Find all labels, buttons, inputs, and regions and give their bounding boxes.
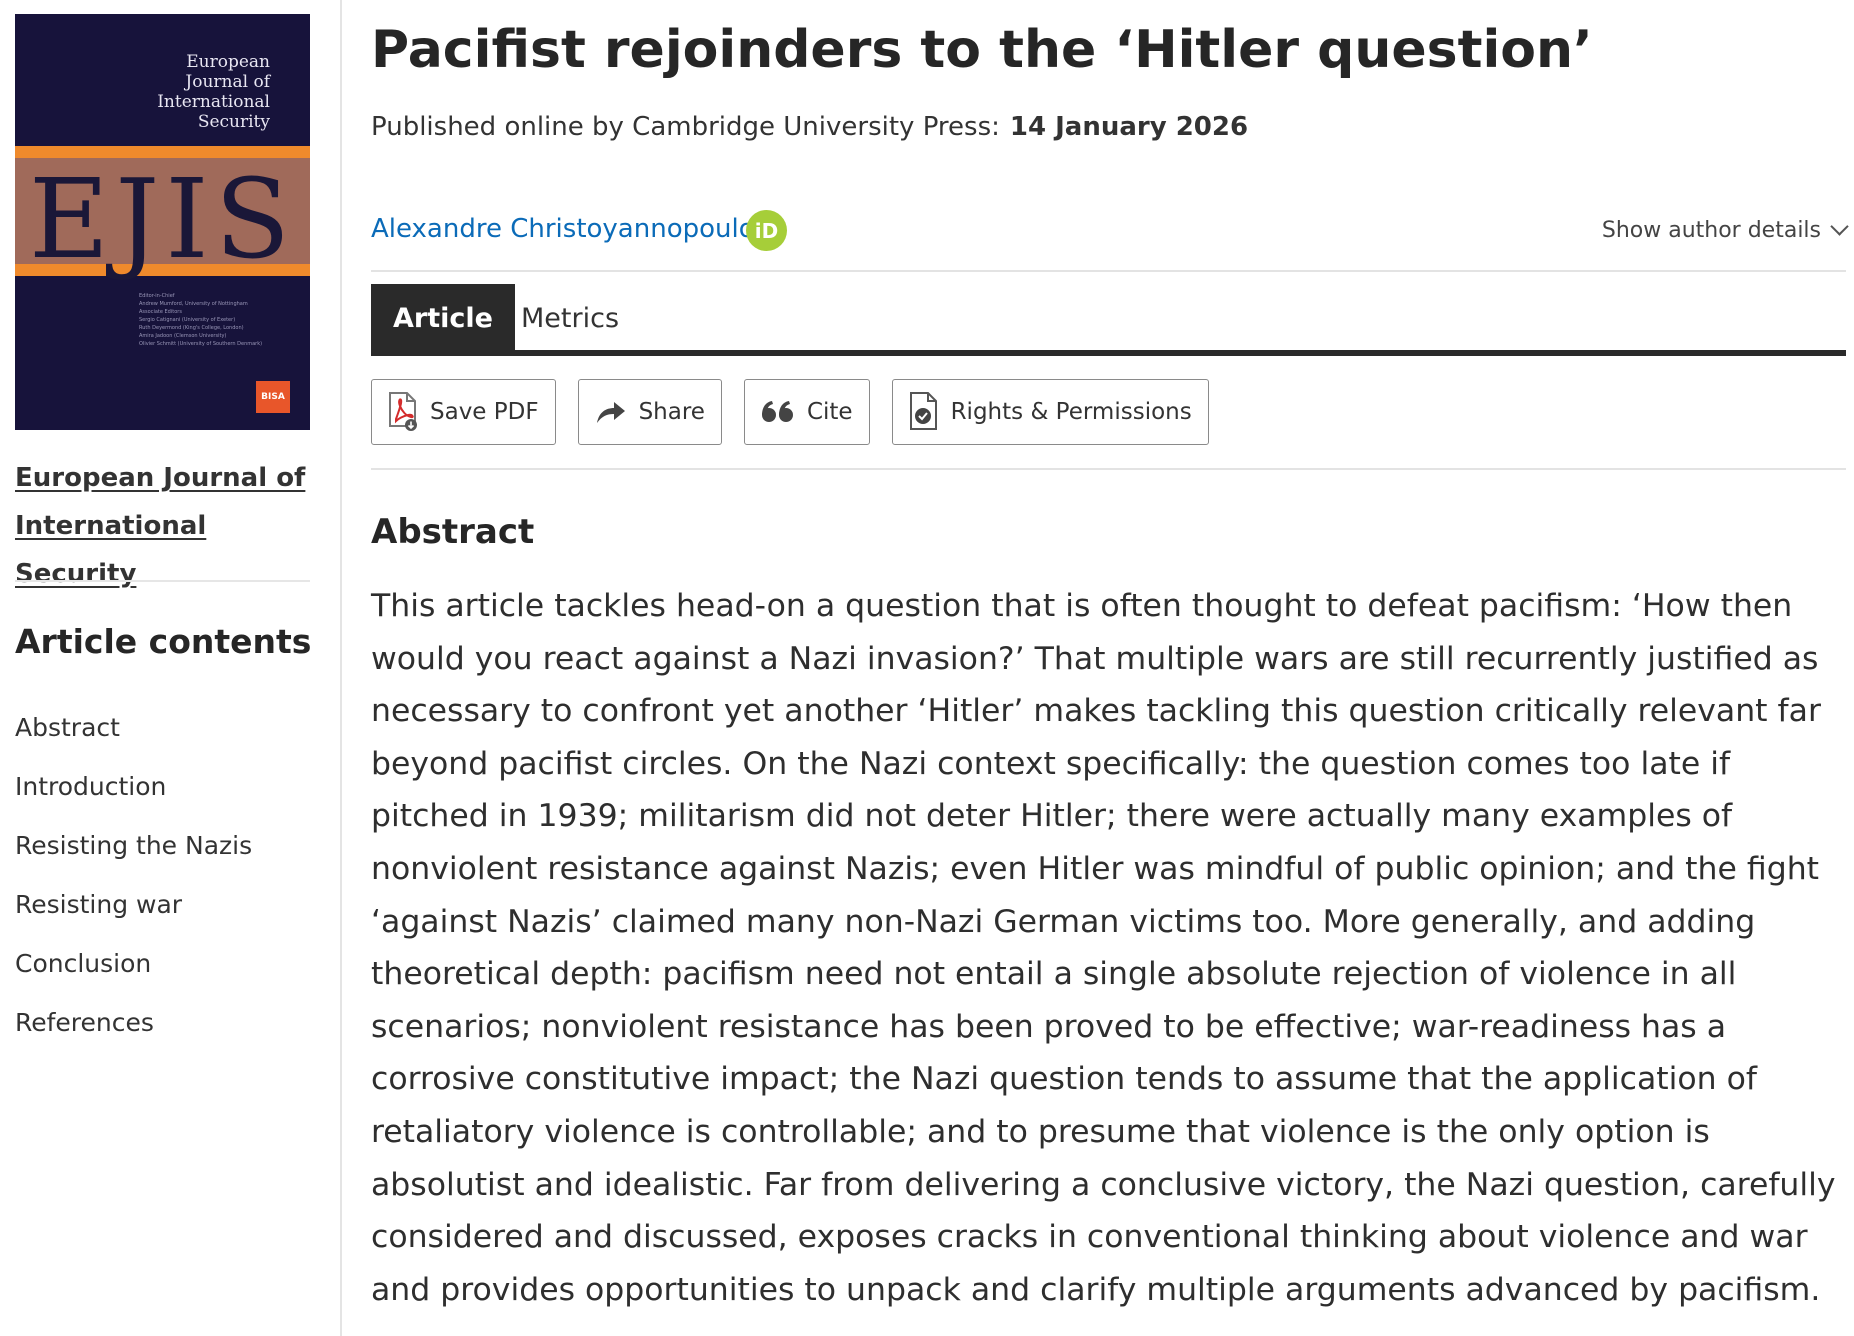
article-tabs: Article Metrics <box>371 284 1846 356</box>
rights-permissions-label: Rights & Permissions <box>950 399 1192 425</box>
chevron-down-icon <box>1830 217 1849 236</box>
contents-item-introduction[interactable]: Introduction <box>15 757 252 816</box>
article-contents-list: Abstract Introduction Resisting the Nazi… <box>15 698 252 1052</box>
save-pdf-button[interactable]: Save PDF <box>371 379 556 445</box>
divider <box>371 468 1846 470</box>
cite-button[interactable]: Cite <box>743 379 870 445</box>
show-author-details-label: Show author details <box>1601 218 1821 243</box>
pdf-icon <box>388 392 418 432</box>
save-pdf-label: Save PDF <box>430 399 539 425</box>
journal-cover-image[interactable]: European Journal of International Securi… <box>15 14 310 430</box>
contents-item-conclusion[interactable]: Conclusion <box>15 934 252 993</box>
contents-item-resisting-nazis[interactable]: Resisting the Nazis <box>15 816 252 875</box>
quote-icon <box>761 400 795 424</box>
published-label: Published online by Cambridge University… <box>371 112 1000 142</box>
cover-logo: EJIS <box>28 155 297 283</box>
contents-item-abstract[interactable]: Abstract <box>15 698 252 757</box>
share-icon <box>595 399 627 425</box>
tab-article[interactable]: Article <box>371 284 515 352</box>
show-author-details-button[interactable]: Show author details <box>1601 217 1849 243</box>
tab-metrics[interactable]: Metrics <box>499 284 641 352</box>
journal-link[interactable]: European Journal of International Securi… <box>15 454 315 598</box>
orcid-icon[interactable]: iD <box>746 210 787 251</box>
page-title: Pacifist rejoinders to the ‘Hitler quest… <box>371 20 1593 80</box>
cover-badge: BISA <box>256 381 290 413</box>
abstract-text: This article tackles head-on a question … <box>371 588 1836 1308</box>
document-check-icon <box>909 392 939 432</box>
divider <box>371 270 1846 272</box>
tab-underline <box>371 350 1846 356</box>
cover-editors: Editor-in-Chief Andrew Mumford, Universi… <box>139 293 263 347</box>
contents-item-references[interactable]: References <box>15 993 252 1052</box>
author-link[interactable]: Alexandre Christoyannopoulos <box>371 214 768 244</box>
share-button[interactable]: Share <box>577 379 722 445</box>
sidebar: European Journal of International Securi… <box>0 0 342 1336</box>
cite-label: Cite <box>806 399 853 425</box>
contents-item-resisting-war[interactable]: Resisting war <box>15 875 252 934</box>
published-info: Published online by Cambridge University… <box>371 112 1248 142</box>
published-date: 14 January 2026 <box>1009 112 1249 142</box>
cover-title: European Journal of International Securi… <box>157 52 270 132</box>
rights-permissions-button[interactable]: Rights & Permissions <box>891 379 1209 445</box>
article-actions: Save PDF Share Cite Rights & Permissions <box>371 379 1209 445</box>
abstract-heading: Abstract <box>371 512 535 552</box>
sidebar-divider <box>15 580 310 582</box>
article-contents-title: Article contents <box>15 622 312 661</box>
share-label: Share <box>638 399 705 425</box>
author-row: Alexandre Christoyannopoulos iD Show aut… <box>371 210 1849 260</box>
